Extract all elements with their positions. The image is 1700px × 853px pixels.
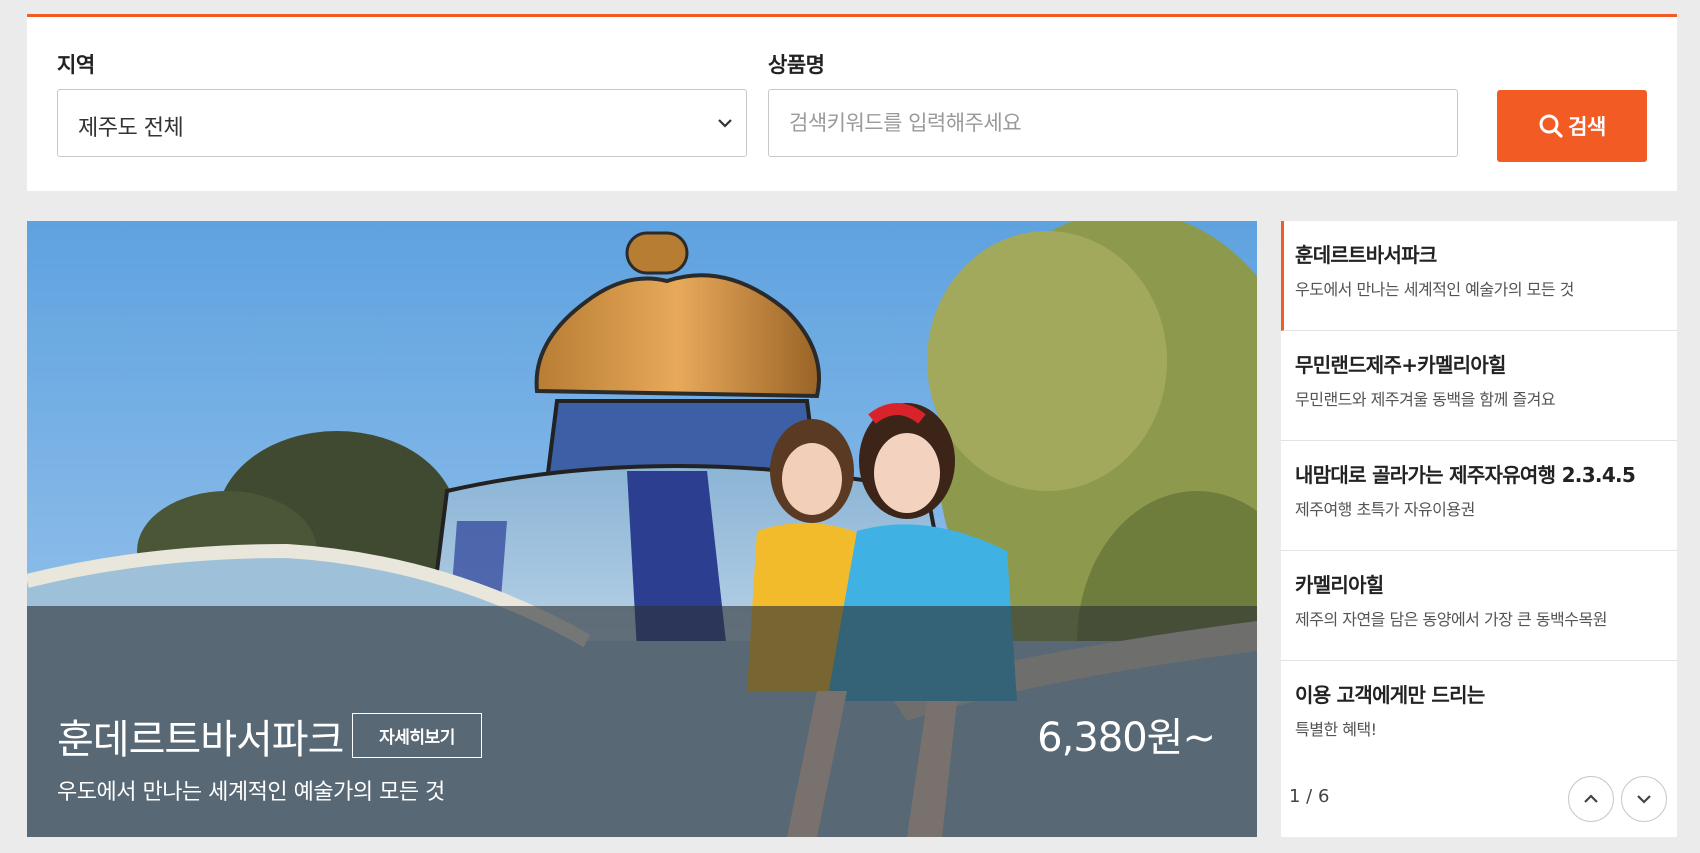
list-item-title: 카멜리아힐 (1295, 573, 1384, 597)
next-button[interactable] (1621, 776, 1667, 822)
list-item[interactable]: 내맘대로 골라가는 제주자유여행 2.3.4.5 제주여행 초특가 자유이용권 (1281, 441, 1677, 551)
list-item-title: 훈데르트바서파크 (1295, 243, 1437, 267)
list-item-title: 이용 고객에게만 드리는 (1295, 683, 1485, 707)
pager-indicator: 1 / 6 (1289, 786, 1330, 807)
list-item-title: 내맘대로 골라가는 제주자유여행 2.3.4.5 (1295, 463, 1636, 487)
list-item-desc: 무민랜드와 제주겨울 동백을 함께 즐겨요 (1295, 390, 1556, 409)
list-item-desc: 특별한 혜택! (1295, 720, 1377, 739)
product-label: 상품명 (768, 53, 825, 77)
hero-subtitle: 우도에서 만나는 세계적인 예술가의 모든 것 (57, 780, 445, 805)
list-item-desc: 우도에서 만나는 세계적인 예술가의 모든 것 (1295, 280, 1574, 299)
search-button[interactable]: 검색 (1497, 90, 1647, 162)
list-item-title: 무민랜드제주+카멜리아힐 (1295, 353, 1506, 377)
chevron-down-icon (1637, 795, 1651, 804)
region-select[interactable]: 제주도 전체 (57, 89, 747, 157)
hero-title: 훈데르트바서파크 (57, 717, 344, 763)
list-item[interactable]: 이용 고객에게만 드리는 특별한 혜택! (1281, 661, 1677, 771)
hero-price: 6,380원~ (1037, 715, 1216, 761)
search-icon (1539, 114, 1563, 138)
hero-banner[interactable]: 훈데르트바서파크 자세히보기 우도에서 만나는 세계적인 예술가의 모든 것 6… (27, 221, 1257, 837)
prev-button[interactable] (1568, 776, 1614, 822)
search-button-label: 검색 (1568, 115, 1606, 139)
region-label: 지역 (57, 53, 95, 77)
list-item[interactable]: 무민랜드제주+카멜리아힐 무민랜드와 제주겨울 동백을 함께 즐겨요 (1281, 331, 1677, 441)
list-item-desc: 제주여행 초특가 자유이용권 (1295, 500, 1475, 519)
product-list: 훈데르트바서파크 우도에서 만나는 세계적인 예술가의 모든 것 무민랜드제주+… (1281, 221, 1677, 837)
list-item[interactable]: 훈데르트바서파크 우도에서 만나는 세계적인 예술가의 모든 것 (1281, 221, 1677, 331)
chevron-down-icon (718, 119, 732, 128)
detail-button[interactable]: 자세히보기 (352, 713, 482, 758)
list-item-desc: 제주의 자연을 담은 동양에서 가장 큰 동백수목원 (1295, 610, 1607, 629)
chevron-up-icon (1584, 794, 1598, 803)
region-select-value: 제주도 전체 (78, 116, 184, 141)
list-item[interactable]: 카멜리아힐 제주의 자연을 담은 동양에서 가장 큰 동백수목원 (1281, 551, 1677, 661)
search-panel: 지역 상품명 제주도 전체 검색 (27, 14, 1677, 191)
product-search-input[interactable] (768, 89, 1458, 157)
